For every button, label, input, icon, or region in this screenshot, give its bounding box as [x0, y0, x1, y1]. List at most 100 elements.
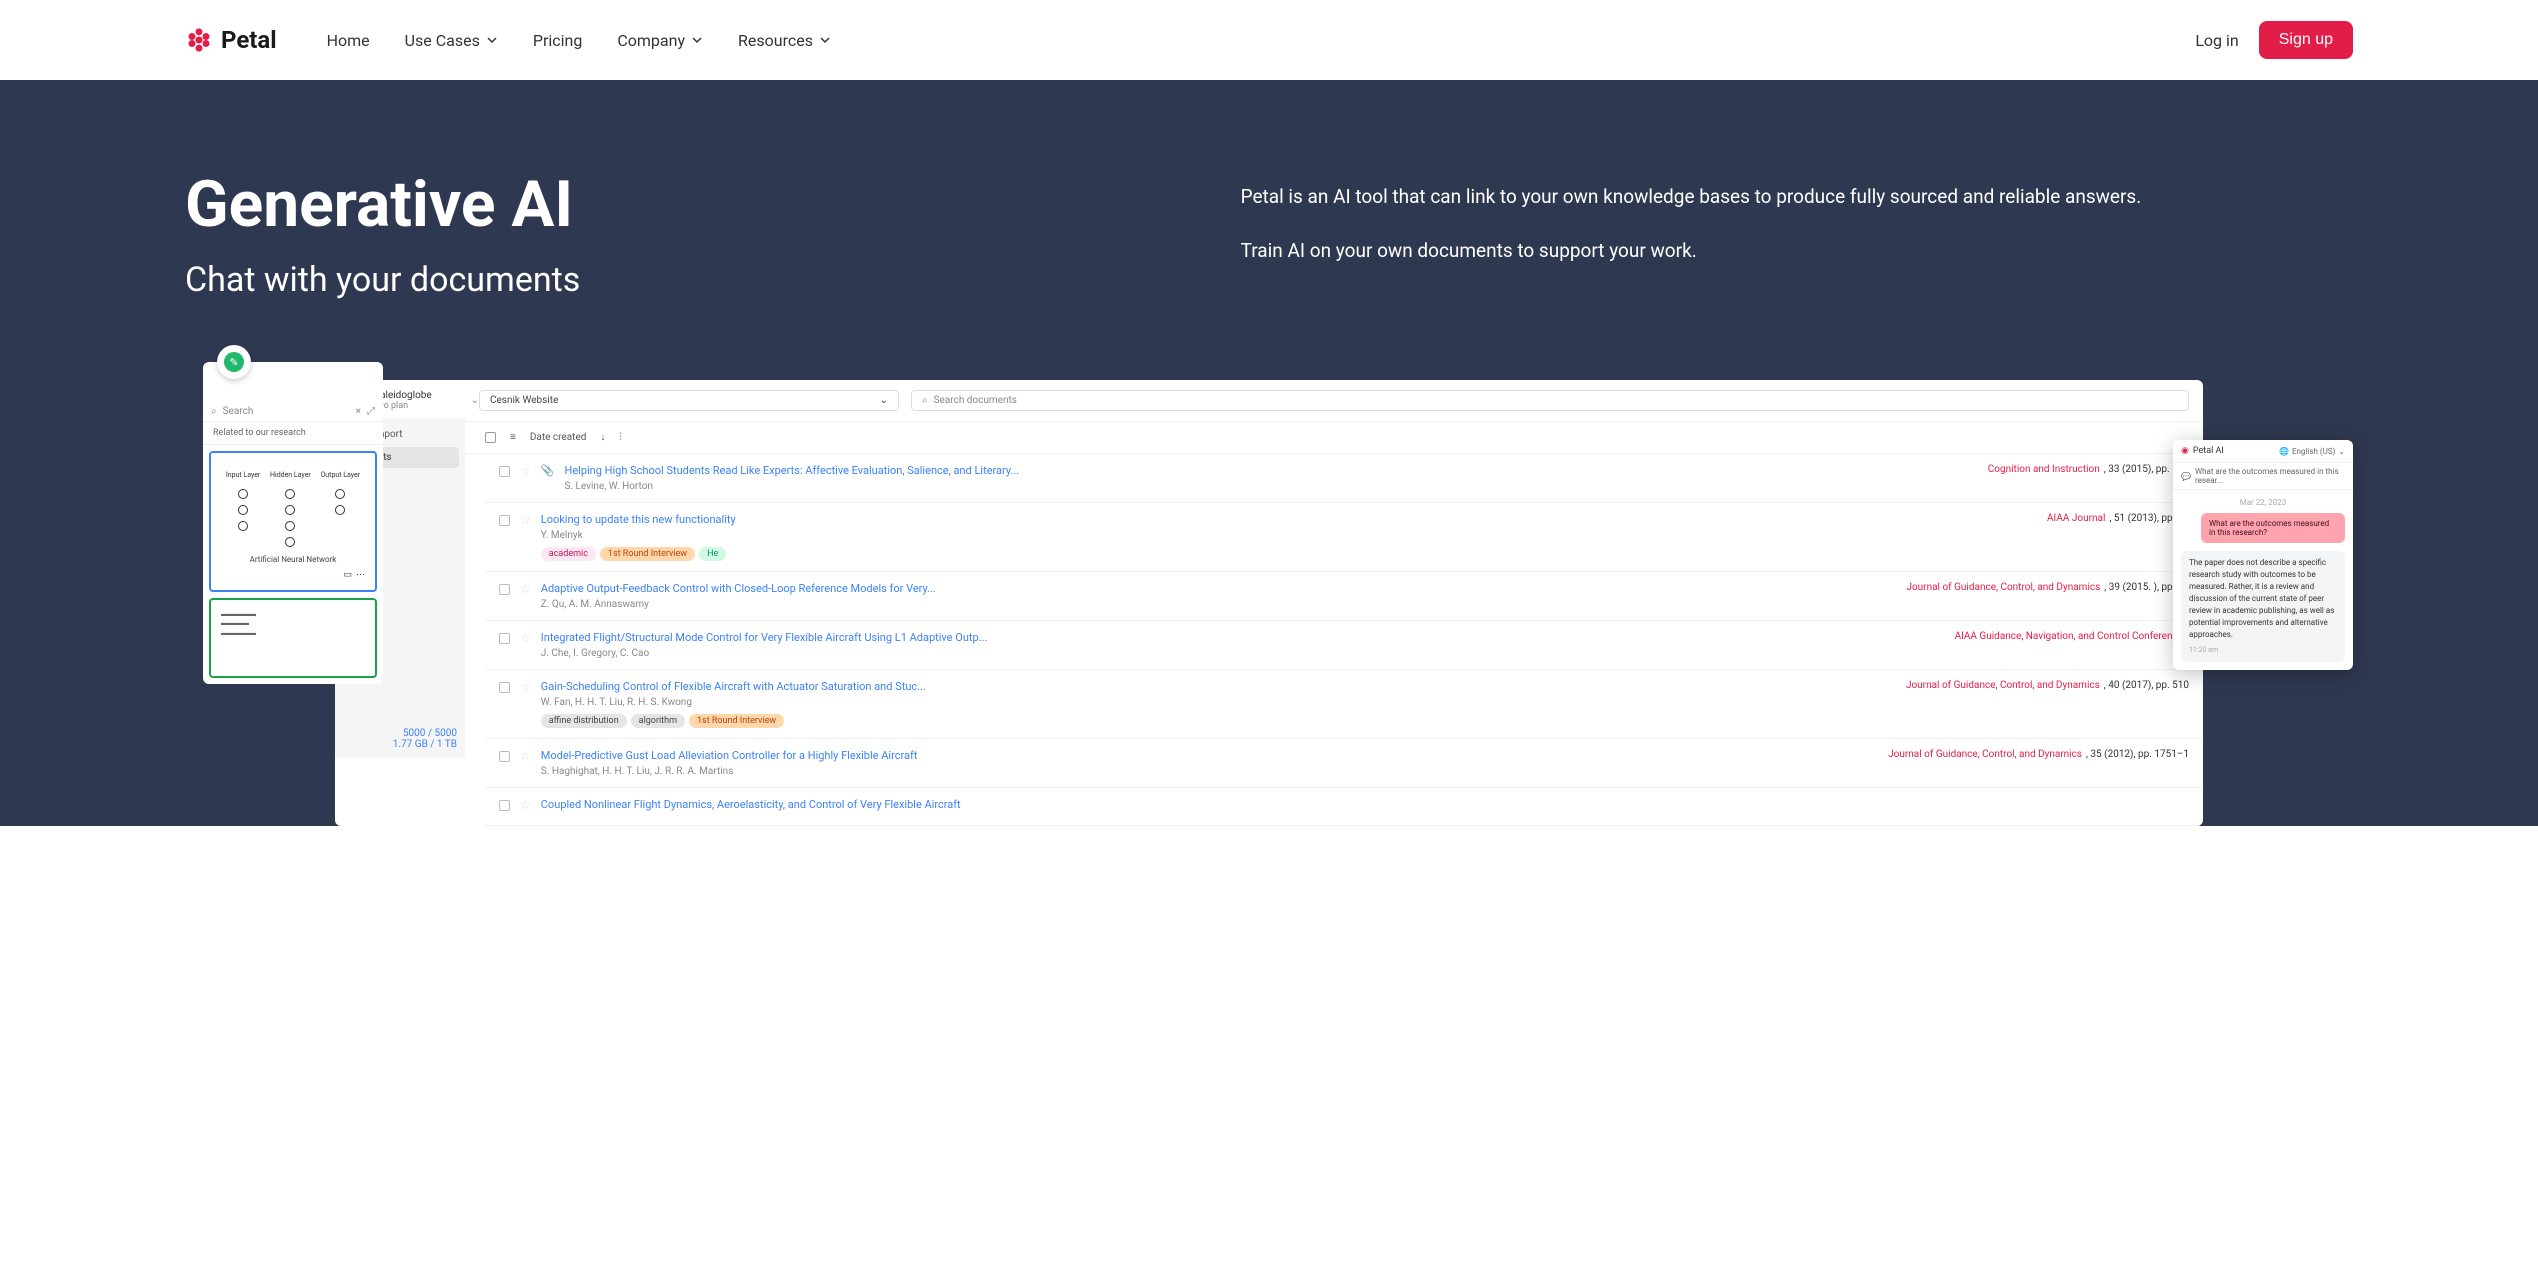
hero-description-1: Petal is an AI tool that can link to you… [1241, 180, 2353, 214]
research-panel: ✎ ⌕ Search × ⤢ Related to our research I… [203, 362, 383, 684]
doc-title[interactable]: Coupled Nonlinear Flight Dynamics, Aeroe… [541, 798, 2175, 811]
hero-subtitle: Chat with your documents [185, 260, 1161, 300]
brand-logo[interactable]: Petal [185, 26, 277, 54]
sort-label[interactable]: Date created [530, 432, 587, 443]
ai-icon: ◉ [2181, 446, 2189, 456]
attachment-icon: 📎 [541, 464, 555, 477]
nav-use-cases[interactable]: Use Cases [405, 31, 498, 50]
star-icon[interactable]: ☆ [520, 749, 531, 763]
related-header: Related to our research [203, 422, 383, 445]
chat-icon: 💬 [2181, 472, 2191, 481]
doc-authors: J. Che, I. Gregory, C. Cao [541, 648, 1945, 659]
row-checkbox[interactable] [499, 682, 510, 693]
close-icon[interactable]: × [356, 406, 361, 417]
mini-search[interactable]: ⌕ Search × ⤢ [203, 402, 383, 422]
nav-pricing[interactable]: Pricing [533, 31, 583, 50]
chevron-icon: ⌄ [471, 395, 479, 406]
tag[interactable]: affine distribution [541, 714, 627, 728]
tag[interactable]: 1st Round Interview [689, 714, 784, 728]
edit-icon: ✎ [224, 352, 244, 372]
star-icon[interactable]: ☆ [520, 464, 531, 478]
search-icon: ⌕ [211, 406, 217, 417]
doc-authors: S. Levine, W. Horton [564, 481, 1977, 492]
second-card[interactable]: ▬▬▬▬▬▬▬▬▬▬▬▬▬▬ [209, 598, 377, 678]
petal-logo-icon [185, 26, 213, 54]
doc-title[interactable]: Gain-Scheduling Control of Flexible Airc… [541, 680, 1896, 693]
doc-title[interactable]: Adaptive Output-Feedback Control with Cl… [541, 582, 1897, 595]
user-message: What are the outcomes measured in this r… [2201, 513, 2345, 543]
chevron-down-icon: ⌄ [2338, 447, 2345, 456]
doc-title[interactable]: Looking to update this new functionality [541, 513, 2037, 526]
document-row[interactable]: ☆ Gain-Scheduling Control of Flexible Ai… [485, 670, 2203, 739]
document-row[interactable]: ☆ Adaptive Output-Feedback Control with … [485, 572, 2203, 621]
document-row[interactable]: ☆ Integrated Flight/Structural Mode Cont… [485, 621, 2203, 670]
brand-name: Petal [221, 26, 277, 54]
search-icon: ⌕ [922, 395, 928, 406]
more-icon: ⋯ [356, 570, 365, 580]
bot-message: The paper does not describe a specific r… [2181, 551, 2345, 662]
star-icon[interactable]: ☆ [520, 631, 531, 645]
row-checkbox[interactable] [499, 466, 510, 477]
badge: ✎ [217, 345, 251, 379]
document-row[interactable]: ☆ Coupled Nonlinear Flight Dynamics, Aer… [485, 788, 2203, 826]
login-link[interactable]: Log in [2195, 31, 2238, 50]
usage-stats: 5000 / 5000 1.77 GB / 1 TB [343, 728, 457, 750]
filter-icon[interactable]: ⫶ [619, 432, 622, 443]
globe-icon: 🌐 [2279, 447, 2289, 456]
tag[interactable]: 1st Round Interview [600, 547, 695, 561]
workspace-selector[interactable]: Cesnik Website ⌄ [479, 390, 899, 411]
arrow-down-icon[interactable]: ↓ [600, 432, 605, 443]
tag[interactable]: He [699, 547, 726, 561]
star-icon[interactable]: ☆ [520, 513, 531, 527]
doc-meta: Cognition and Instruction, 33 (2015), pp… [1988, 464, 2189, 475]
signup-button[interactable]: Sign up [2259, 21, 2353, 59]
row-checkbox[interactable] [499, 584, 510, 595]
row-checkbox[interactable] [499, 515, 510, 526]
doc-title[interactable]: Model-Predictive Gust Load Alleviation C… [541, 749, 1878, 762]
hero-description-2: Train AI on your own documents to suppor… [1241, 234, 2353, 268]
row-checkbox[interactable] [499, 800, 510, 811]
tag[interactable]: algorithm [631, 714, 685, 728]
hero-title: Generative AI [185, 170, 1161, 240]
nav-home[interactable]: Home [327, 31, 370, 50]
doc-title[interactable]: Integrated Flight/Structural Mode Contro… [541, 631, 1945, 644]
sort-icon[interactable]: ≡ [510, 432, 516, 443]
chat-input-preview[interactable]: 💬 What are the outcomes measured in this… [2173, 463, 2353, 490]
chevron-down-icon: ⌄ [880, 395, 888, 406]
doc-meta: AIAA Journal, 51 (2013), pp. 87 [2047, 513, 2189, 524]
select-all-checkbox[interactable] [485, 432, 496, 443]
tag[interactable]: academic [541, 547, 596, 561]
chat-language[interactable]: 🌐 English (US) ⌄ [2279, 447, 2345, 456]
expand-icon[interactable]: ⤢ [367, 406, 375, 417]
doc-title[interactable]: Helping High School Students Read Like E… [564, 464, 1977, 477]
nav-company[interactable]: Company [617, 31, 703, 50]
doc-meta: Journal of Guidance, Control, and Dynami… [1906, 680, 2189, 691]
chat-date: Mar 22, 2023 [2181, 498, 2345, 507]
ann-card[interactable]: Input Layer Hidden Layer Output Layer Ar… [209, 451, 377, 592]
chevron-down-icon [691, 34, 703, 46]
doc-authors: W. Fan, H. H. T. Liu, R. H. S. Kwong [541, 697, 1896, 708]
doc-meta: Journal of Guidance, Control, and Dynami… [1906, 582, 2189, 593]
thumb-icon: ▭ [343, 570, 352, 580]
document-row[interactable]: ☆ 📎 Helping High School Students Read Li… [485, 454, 2203, 503]
row-checkbox[interactable] [499, 633, 510, 644]
document-list: ☆ 📎 Helping High School Students Read Li… [335, 454, 2203, 826]
doc-meta: AIAA Guidance, Navigation, and Control C… [1955, 631, 2189, 642]
doc-toolbar: ≡ Date created ↓ ⫶ [335, 422, 2203, 454]
doc-authors: Y. Melnyk [541, 530, 2037, 541]
doc-meta: Journal of Guidance, Control, and Dynami… [1888, 749, 2189, 760]
doc-authors: S. Haghighat, H. H. T. Liu, J. R. R. A. … [541, 766, 1878, 777]
chat-title: ◉ Petal AI [2181, 446, 2224, 456]
card-label: Artificial Neural Network [221, 555, 365, 564]
document-app: kaleidoglobe Pro plan ⌄ Cesnik Website ⌄… [335, 380, 2203, 826]
star-icon[interactable]: ☆ [520, 582, 531, 596]
star-icon[interactable]: ☆ [520, 798, 531, 812]
document-row[interactable]: ☆ Model-Predictive Gust Load Alleviation… [485, 739, 2203, 788]
nav-resources[interactable]: Resources [738, 31, 831, 50]
chevron-down-icon [486, 34, 498, 46]
doc-authors: Z. Qu, A. M. Annaswamy [541, 599, 1897, 610]
star-icon[interactable]: ☆ [520, 680, 531, 694]
document-row[interactable]: ☆ Looking to update this new functionali… [485, 503, 2203, 572]
row-checkbox[interactable] [499, 751, 510, 762]
doc-search[interactable]: ⌕ Search documents [911, 390, 2189, 411]
